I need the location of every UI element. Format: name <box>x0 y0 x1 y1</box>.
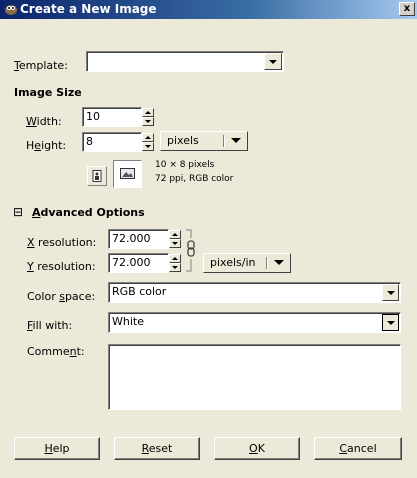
landscape-orientation-icon <box>120 168 135 179</box>
ok-button[interactable]: OK <box>214 437 300 460</box>
y-resolution-spinner[interactable] <box>169 254 181 272</box>
portrait-button[interactable] <box>87 166 107 186</box>
height-value: 8 <box>86 135 93 148</box>
create-image-dialog: Create a New Image x Template: Image Siz… <box>0 0 417 478</box>
height-decrement-button[interactable] <box>142 142 154 151</box>
resolution-unit-value: pixels/in <box>210 256 256 269</box>
width-spinner[interactable] <box>142 108 154 126</box>
chevron-down-icon[interactable] <box>382 284 399 301</box>
height-label: Height: <box>26 139 67 152</box>
image-size-info-resolution: 72 ppi, RGB color <box>155 174 234 184</box>
landscape-button[interactable] <box>113 160 142 188</box>
x-resolution-value: 72.000 <box>112 232 151 245</box>
y-resolution-increment-button[interactable] <box>169 254 181 263</box>
color-space-dropdown[interactable]: RGB color <box>108 282 401 303</box>
comment-label: Comment: <box>27 345 85 358</box>
reset-button[interactable]: Reset <box>114 437 200 460</box>
portrait-orientation-icon <box>92 170 102 182</box>
resolution-unit-dropdown[interactable]: pixels/in <box>203 253 291 273</box>
y-resolution-label: Y resolution: <box>27 260 96 273</box>
width-increment-button[interactable] <box>142 108 154 117</box>
template-dropdown[interactable] <box>86 51 284 72</box>
y-resolution-input[interactable]: 72.000 <box>108 253 169 273</box>
height-increment-button[interactable] <box>142 133 154 142</box>
fill-with-dropdown[interactable]: White <box>108 312 401 333</box>
window-title: Create a New Image <box>20 2 157 16</box>
width-decrement-button[interactable] <box>142 117 154 126</box>
gimp-wilber-icon <box>5 5 17 15</box>
y-resolution-value: 72.000 <box>112 256 151 269</box>
x-resolution-label: X resolution: <box>27 236 97 249</box>
color-space-value: RGB color <box>112 285 167 298</box>
width-label: Width: <box>26 115 62 128</box>
image-size-heading: Image Size <box>14 86 82 99</box>
y-resolution-decrement-button[interactable] <box>169 263 181 272</box>
template-label: Template: <box>14 59 68 72</box>
size-unit-value: pixels <box>167 134 199 147</box>
collapse-icon[interactable]: ⊟ <box>13 206 23 218</box>
help-button[interactable]: Help <box>14 437 100 460</box>
advanced-options-expander[interactable]: Advanced Options <box>32 206 145 219</box>
chevron-down-icon[interactable] <box>264 53 282 70</box>
color-space-label: Color space: <box>27 290 96 303</box>
x-resolution-spinner[interactable] <box>169 230 181 248</box>
chain-link-icon[interactable] <box>184 228 198 274</box>
image-size-info-dimensions: 10 × 8 pixels <box>155 160 215 170</box>
title-bar[interactable]: Create a New Image x <box>0 0 417 19</box>
size-unit-dropdown[interactable]: pixels <box>160 131 248 151</box>
comment-textarea[interactable] <box>108 344 401 410</box>
fill-with-label: Fill with: <box>27 319 73 332</box>
x-resolution-increment-button[interactable] <box>169 230 181 239</box>
width-value: 10 <box>86 110 100 123</box>
width-input[interactable]: 10 <box>82 107 142 127</box>
chevron-down-icon <box>231 138 241 143</box>
x-resolution-input[interactable]: 72.000 <box>108 229 169 249</box>
chevron-down-icon[interactable] <box>382 314 399 331</box>
x-resolution-decrement-button[interactable] <box>169 239 181 248</box>
cancel-button[interactable]: Cancel <box>314 437 402 460</box>
height-spinner[interactable] <box>142 133 154 151</box>
close-button[interactable]: x <box>399 2 415 16</box>
chevron-down-icon <box>274 260 284 265</box>
fill-with-value: White <box>112 315 144 328</box>
height-input[interactable]: 8 <box>82 132 142 152</box>
